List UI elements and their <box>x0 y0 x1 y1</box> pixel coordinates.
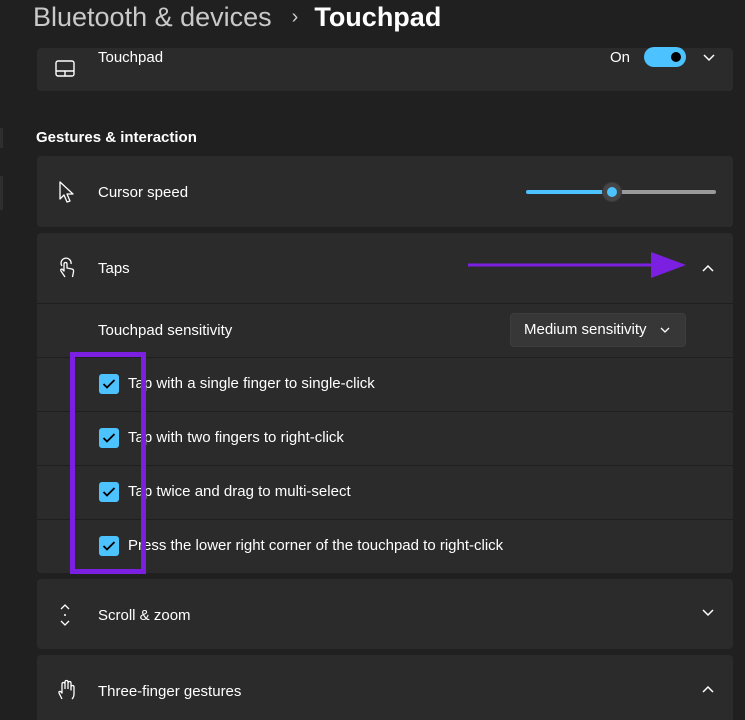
page-title: Touchpad <box>314 1 442 32</box>
breadcrumb: Bluetooth & devices › Touchpad <box>33 0 441 34</box>
breadcrumb-parent-link[interactable]: Bluetooth & devices <box>33 2 272 33</box>
sensitivity-row: Touchpad sensitivity Medium sensitivity <box>37 304 733 357</box>
cursor-speed-label: Cursor speed <box>98 184 189 201</box>
nav-edge <box>0 128 3 148</box>
chevron-up-icon[interactable] <box>698 679 718 699</box>
annotation-highlight-box <box>70 352 146 574</box>
tap-option-label: Tap with two fingers to right-click <box>128 429 344 446</box>
touchpad-label: Touchpad <box>98 49 164 66</box>
settings-window: Bluetooth & devices › Touchpad Touchpad … <box>0 0 745 720</box>
annotation-arrow-icon <box>468 252 686 278</box>
slider-thumb-dot <box>607 187 617 197</box>
breadcrumb-separator: › <box>291 5 299 28</box>
cursor-arrow-icon <box>59 181 74 203</box>
scroll-icon <box>60 604 70 626</box>
sensitivity-dropdown[interactable]: Medium sensitivity <box>510 313 686 347</box>
three-finger-label: Three-finger gestures <box>98 683 242 700</box>
section-heading: Gestures & interaction <box>36 129 197 146</box>
sensitivity-label: Touchpad sensitivity <box>98 322 233 339</box>
slider-track-filled[interactable] <box>526 190 612 194</box>
toggle-state-text: On <box>610 49 631 66</box>
touchpad-toggle[interactable] <box>644 47 686 67</box>
chevron-down-icon <box>660 327 670 333</box>
chevron-down-icon[interactable] <box>698 603 718 623</box>
touchpad-icon <box>55 60 75 77</box>
scroll-zoom-card[interactable]: Scroll & zoom <box>37 579 733 649</box>
tap-option-label: Press the lower right corner of the touc… <box>128 537 504 554</box>
taps-label: Taps <box>98 260 130 277</box>
three-finger-card[interactable]: Three-finger gestures <box>37 655 733 720</box>
toggle-knob <box>671 52 681 62</box>
cursor-speed-card: Cursor speed <box>37 156 733 227</box>
chevron-down-icon[interactable] <box>699 48 719 68</box>
slider-track-empty[interactable] <box>612 190 716 194</box>
chevron-up-icon[interactable] <box>698 258 718 278</box>
three-finger-hand-icon <box>58 679 75 700</box>
cursor-speed-slider-thumb[interactable] <box>602 182 622 202</box>
tap-option-label: Tap with a single finger to single-click <box>128 375 375 392</box>
scroll-zoom-label: Scroll & zoom <box>98 607 191 624</box>
touchpad-card[interactable]: Touchpad On <box>37 47 733 91</box>
tap-option-label: Tap twice and drag to multi-select <box>128 483 351 500</box>
sensitivity-dropdown-value: Medium sensitivity <box>524 321 647 338</box>
tap-gesture-icon <box>60 257 75 278</box>
nav-edge <box>0 176 3 210</box>
